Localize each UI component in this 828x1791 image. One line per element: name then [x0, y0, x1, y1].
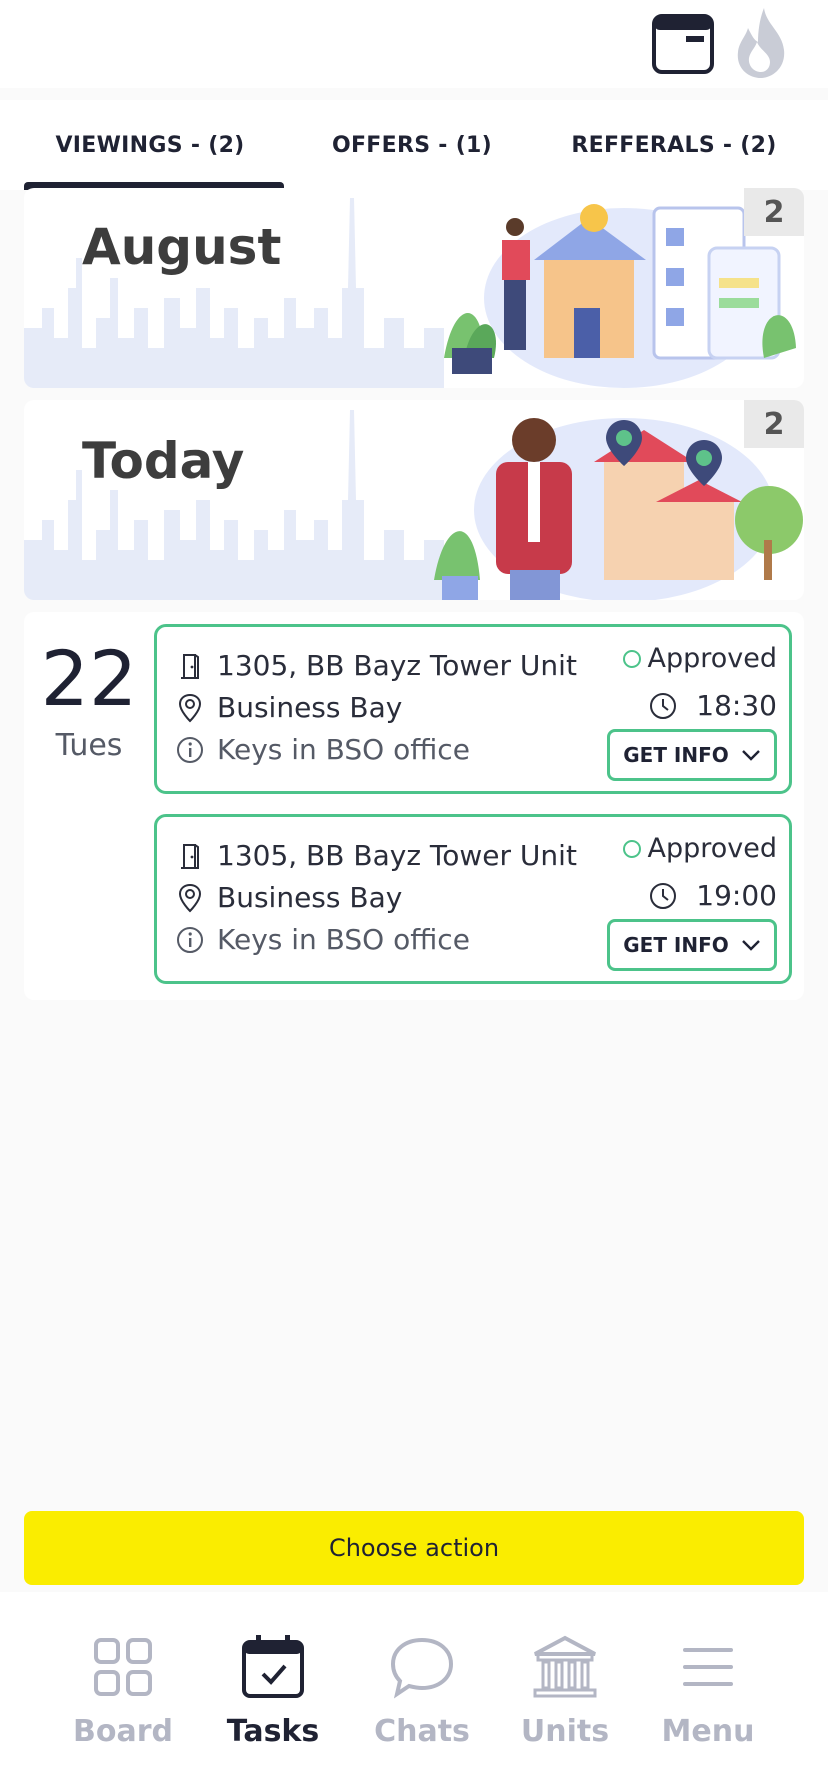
banner-count-badge: 2: [744, 188, 804, 236]
day-group-card: 22 Tues 1305, BB Bayz Tower Unit Busines…: [24, 612, 804, 1000]
nav-menu[interactable]: Menu: [633, 1632, 783, 1772]
day-name: Tues: [55, 728, 123, 763]
hamburger-icon: [683, 1648, 733, 1686]
clock-icon: [650, 882, 677, 909]
unit-row: 1305, BB Bayz Tower Unit: [175, 839, 577, 872]
door-icon: [181, 843, 199, 869]
get-info-label: GET INFO: [623, 933, 729, 957]
status-badge: Approved: [623, 643, 777, 674]
location-row: Business Bay: [175, 881, 402, 914]
info-icon: [177, 736, 203, 763]
building-columns-icon: [533, 1635, 597, 1698]
nav-board[interactable]: Board: [48, 1632, 198, 1772]
tab-offers[interactable]: OFFERS - (1): [276, 100, 548, 190]
map-pin-icon: [178, 693, 202, 722]
time-text: 18:30: [696, 689, 777, 722]
clock-icon: [650, 692, 677, 719]
tab-viewings[interactable]: VIEWINGS - (2): [14, 100, 286, 190]
nav-chats[interactable]: Chats: [347, 1632, 497, 1772]
unit-name: 1305, BB Bayz Tower Unit: [217, 649, 577, 682]
time-row: 19:00: [648, 879, 777, 912]
city-skyline-illustration: [24, 410, 444, 600]
note-row: Keys in BSO office: [175, 733, 470, 766]
grid-icon: [94, 1638, 152, 1696]
tab-bar: VIEWINGS - (2) OFFERS - (1) REFFERALS - …: [0, 100, 828, 190]
chevron-down-icon: [741, 940, 760, 951]
nav-tasks[interactable]: Tasks: [198, 1632, 348, 1772]
status-dot-icon: [623, 839, 642, 858]
status-text: Approved: [647, 643, 777, 674]
info-icon: [177, 926, 203, 953]
unit-name: 1305, BB Bayz Tower Unit: [217, 839, 577, 872]
time-text: 19:00: [696, 879, 777, 912]
tab-refferals[interactable]: REFFERALS - (2): [538, 100, 810, 190]
door-icon: [181, 653, 199, 679]
note-text: Keys in BSO office: [217, 733, 470, 766]
location-row: Business Bay: [175, 691, 402, 724]
choose-action-button[interactable]: Choose action: [24, 1511, 804, 1585]
viewing-card[interactable]: 1305, BB Bayz Tower Unit Business Bay Ke…: [154, 814, 792, 984]
status-dot-icon: [623, 649, 642, 668]
nav-units[interactable]: Units: [490, 1632, 640, 1772]
nav-label: Menu: [661, 1714, 755, 1749]
chat-bubble-icon: [390, 1637, 454, 1699]
calendar-icon[interactable]: [650, 10, 716, 76]
nav-label: Units: [520, 1714, 610, 1749]
month-banner-august[interactable]: August 2: [24, 188, 804, 388]
note-text: Keys in BSO office: [217, 923, 470, 956]
map-pin-icon: [178, 883, 202, 912]
nav-label: Tasks: [226, 1714, 320, 1749]
banner-count-badge: 2: [744, 400, 804, 448]
get-info-button[interactable]: GET INFO: [607, 919, 777, 971]
nav-label: Board: [73, 1714, 173, 1749]
nav-label: Chats: [374, 1714, 470, 1749]
calendar-check-icon: [242, 1635, 304, 1698]
location-name: Business Bay: [217, 691, 403, 724]
note-row: Keys in BSO office: [175, 923, 470, 956]
top-bar: [0, 0, 828, 88]
flame-icon[interactable]: [730, 6, 792, 80]
status-badge: Approved: [623, 833, 777, 864]
get-info-label: GET INFO: [623, 743, 729, 767]
get-info-button[interactable]: GET INFO: [607, 729, 777, 781]
chevron-down-icon: [741, 750, 760, 761]
location-name: Business Bay: [217, 881, 403, 914]
day-number: 22: [40, 634, 138, 723]
viewing-card[interactable]: 1305, BB Bayz Tower Unit Business Bay Ke…: [154, 624, 792, 794]
banner-title: August: [82, 218, 282, 276]
banner-title: Today: [82, 432, 245, 490]
time-row: 18:30: [648, 689, 777, 722]
bottom-navigation: Board Tasks Chats Units Menu: [0, 1592, 828, 1791]
status-text: Approved: [647, 833, 777, 864]
day-banner-today[interactable]: Today 2: [24, 400, 804, 600]
unit-row: 1305, BB Bayz Tower Unit: [175, 649, 577, 682]
